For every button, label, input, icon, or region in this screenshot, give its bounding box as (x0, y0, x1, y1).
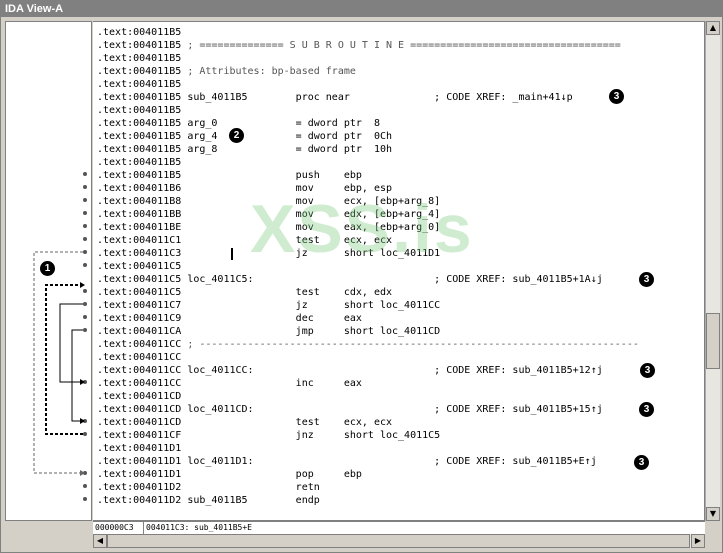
callout-marker: 3 (634, 455, 649, 470)
callout-marker: 2 (229, 128, 244, 143)
flow-dots (83, 172, 87, 501)
watermark-text: XSS.is (250, 191, 474, 267)
callout-marker: 3 (639, 402, 654, 417)
callout-marker: 3 (640, 363, 655, 378)
callout-marker: 3 (639, 272, 654, 287)
callout-marker: 3 (609, 89, 624, 104)
flow-arrows (33, 172, 87, 501)
text-cursor (231, 248, 233, 260)
callout-marker: 1 (40, 261, 55, 276)
